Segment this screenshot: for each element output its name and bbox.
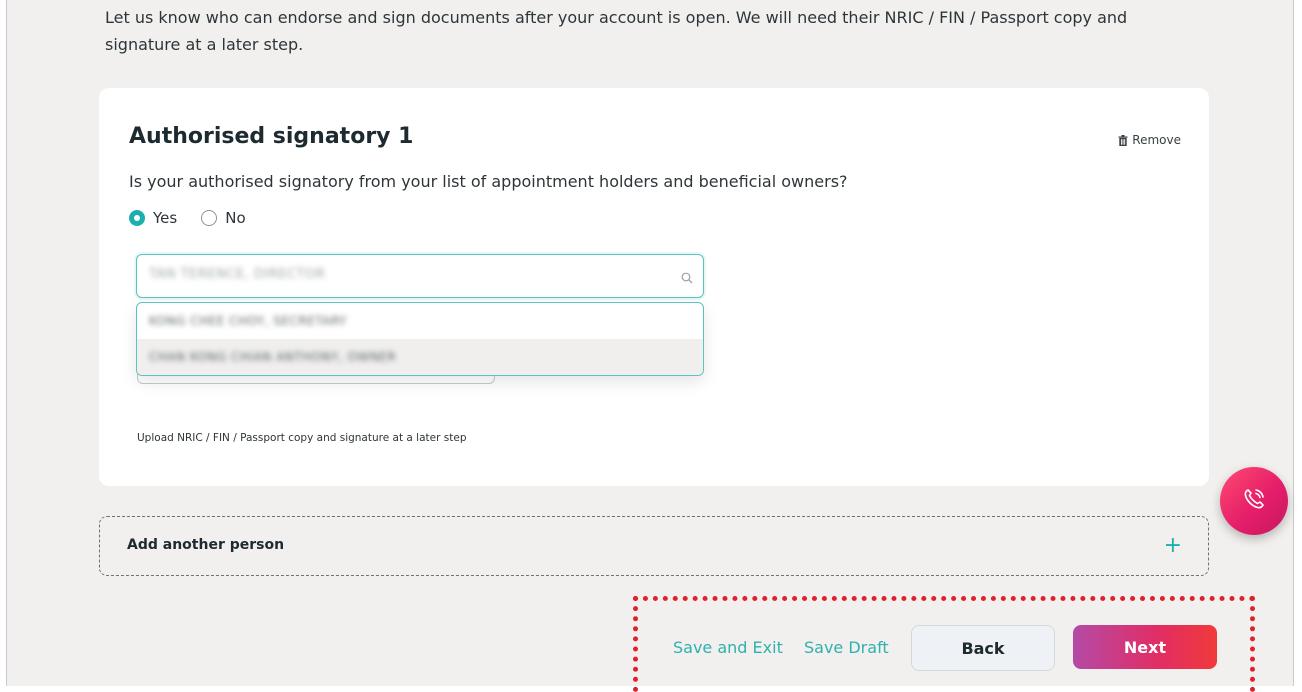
add-another-person-button[interactable]: Add another person +	[99, 516, 1209, 576]
phone-call-icon	[1239, 484, 1269, 518]
next-button[interactable]: Next	[1073, 625, 1217, 669]
radio-no[interactable]: No	[201, 209, 246, 227]
dropdown-option[interactable]: KONG CHEE CHOY, SECRETARY	[137, 303, 703, 339]
signatory-card: Authorised signatory 1 Remove Is your au…	[99, 88, 1209, 486]
page-frame: Let us know who can endorse and sign doc…	[6, 0, 1294, 692]
upload-note: Upload NRIC / FIN / Passport copy and si…	[137, 432, 467, 444]
intro-text: Let us know who can endorse and sign doc…	[105, 4, 1225, 58]
intro-line-1: Let us know who can endorse and sign doc…	[105, 8, 1128, 27]
radio-no-indicator[interactable]	[201, 210, 218, 226]
radio-yes-label: Yes	[153, 209, 178, 227]
remove-label: Remove	[1132, 133, 1181, 147]
signatory-radio-group: Yes No	[129, 209, 246, 227]
add-another-person-label: Add another person	[127, 537, 285, 553]
search-value: TAN TERENCE, DIRECTOR	[149, 267, 326, 282]
save-and-exit-link[interactable]: Save and Exit	[673, 638, 783, 657]
dropdown-option[interactable]: CHAN KONG CHIAN ANTHONY, OWNER	[137, 339, 703, 375]
remove-button[interactable]: Remove	[1118, 133, 1181, 147]
search-icon	[681, 269, 693, 288]
trash-icon	[1118, 134, 1128, 146]
signatory-search-input[interactable]: TAN TERENCE, DIRECTOR	[136, 254, 704, 298]
radio-yes[interactable]: Yes	[129, 209, 177, 227]
radio-no-label: No	[225, 209, 246, 227]
signatory-title: Authorised signatory 1	[129, 124, 414, 149]
back-button[interactable]: Back	[911, 625, 1055, 671]
call-button[interactable]	[1220, 467, 1288, 535]
signatory-question: Is your authorised signatory from your l…	[129, 172, 848, 191]
save-draft-link[interactable]: Save Draft	[804, 638, 889, 657]
signatory-dropdown-list: KONG CHEE CHOY, SECRETARY CHAN KONG CHIA…	[136, 302, 704, 376]
radio-yes-indicator[interactable]	[129, 210, 145, 226]
plus-icon: +	[1163, 533, 1182, 558]
intro-line-2: signature at a later step.	[105, 35, 304, 54]
